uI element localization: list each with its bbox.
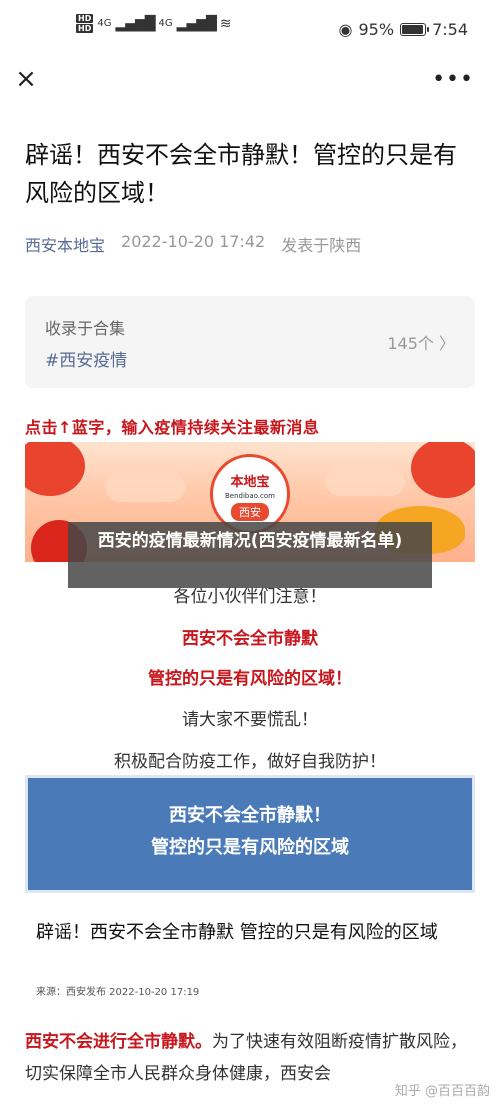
overlay-caption: 西安的疫情最新情况(西安疫情最新名单) <box>68 522 432 588</box>
close-icon[interactable]: × <box>14 66 38 92</box>
paragraph-notice: 各位小伙伴们注意！ <box>173 587 327 607</box>
publish-location: 发表于陕西 <box>281 236 362 255</box>
more-icon[interactable]: ••• <box>432 69 474 91</box>
wifi-icon: ≋ <box>219 15 232 32</box>
publish-datetime: 2022-10-20 17:42 <box>121 232 266 251</box>
body-lead: 西安不会进行全市静默。 <box>25 1032 212 1052</box>
lantern-decoration <box>25 442 85 496</box>
hd-badges: HD HD <box>76 14 94 33</box>
battery-percent: 95% <box>358 20 395 39</box>
battery-icon <box>400 23 430 36</box>
follow-cta: 点击↑蓝字，输入疫情持续关注最新消息 <box>25 418 320 437</box>
paragraph-cooperate: 积极配合防疫工作，做好自我防护！ <box>114 752 386 772</box>
paragraph-no-lockdown: 西安不会全市静默 <box>182 629 318 649</box>
status-bar: HD HD 4G ▂▄▆█ 4G ▂▄▆█ ≋ ◉ 95% 7:54 <box>0 0 500 60</box>
battery-fill <box>402 25 423 34</box>
quoted-news-card: 辟谣！西安不会全市静默 管控的只是有风险的区域 来源：西安发布 2022-10-… <box>25 906 475 1006</box>
network-label-2: 4G <box>158 18 173 29</box>
cloud-decoration <box>105 472 185 502</box>
eye-icon: ◉ <box>338 20 353 39</box>
article-meta: 西安本地宝 2022-10-20 17:42 发表于陕西 <box>25 232 361 256</box>
article-title: 辟谣！西安不会全市静默！管控的只是有风险的区域！ <box>25 141 457 207</box>
logo-domain: Bendibao.com <box>224 492 275 500</box>
clock: 7:54 <box>432 20 468 39</box>
highlight-line-2: 管控的只是有风险的区域 <box>151 837 349 858</box>
quoted-news-title: 辟谣！西安不会全市静默 管控的只是有风险的区域 <box>36 922 438 943</box>
highlight-line-1: 西安不会全市静默！ <box>169 805 331 826</box>
cloud-decoration <box>325 466 405 496</box>
network-label-1: 4G <box>97 18 112 29</box>
hd-badge-2: HD <box>76 24 94 33</box>
collection-count: 145个 〉 <box>387 334 455 353</box>
collection-tag[interactable]: #西安疫情 <box>45 346 127 371</box>
paragraph-dont-panic: 请大家不要慌乱！ <box>182 710 318 730</box>
hd-badge-1: HD <box>76 14 94 23</box>
signal-icon: ▂▄▆█ <box>176 15 217 32</box>
highlight-box: 西安不会全市静默！ 管控的只是有风险的区域 <box>25 775 475 893</box>
status-signal-group: HD HD 4G ▂▄▆█ 4G ▂▄▆█ ≋ <box>76 14 231 33</box>
collection-card[interactable]: 收录于合集 #西安疫情 145个 〉 <box>25 296 475 388</box>
signal-icon: ▂▄▆█ <box>115 15 155 32</box>
collection-label: 收录于合集 <box>45 319 126 338</box>
nav-bar: × ••• <box>0 60 500 104</box>
quoted-news-source: 来源：西安发布 2022-10-20 17:19 <box>36 987 200 998</box>
watermark: 知乎 @百百百韵 <box>394 1084 490 1099</box>
paragraph-risk-areas: 管控的只是有风险的区域！ <box>148 669 352 689</box>
author-link[interactable]: 西安本地宝 <box>25 232 105 256</box>
status-right-group: ◉ 95% 7:54 <box>339 20 468 39</box>
logo-city: 西安 <box>231 503 269 521</box>
lantern-decoration <box>411 442 475 498</box>
logo-title: 本地宝 <box>230 475 270 490</box>
